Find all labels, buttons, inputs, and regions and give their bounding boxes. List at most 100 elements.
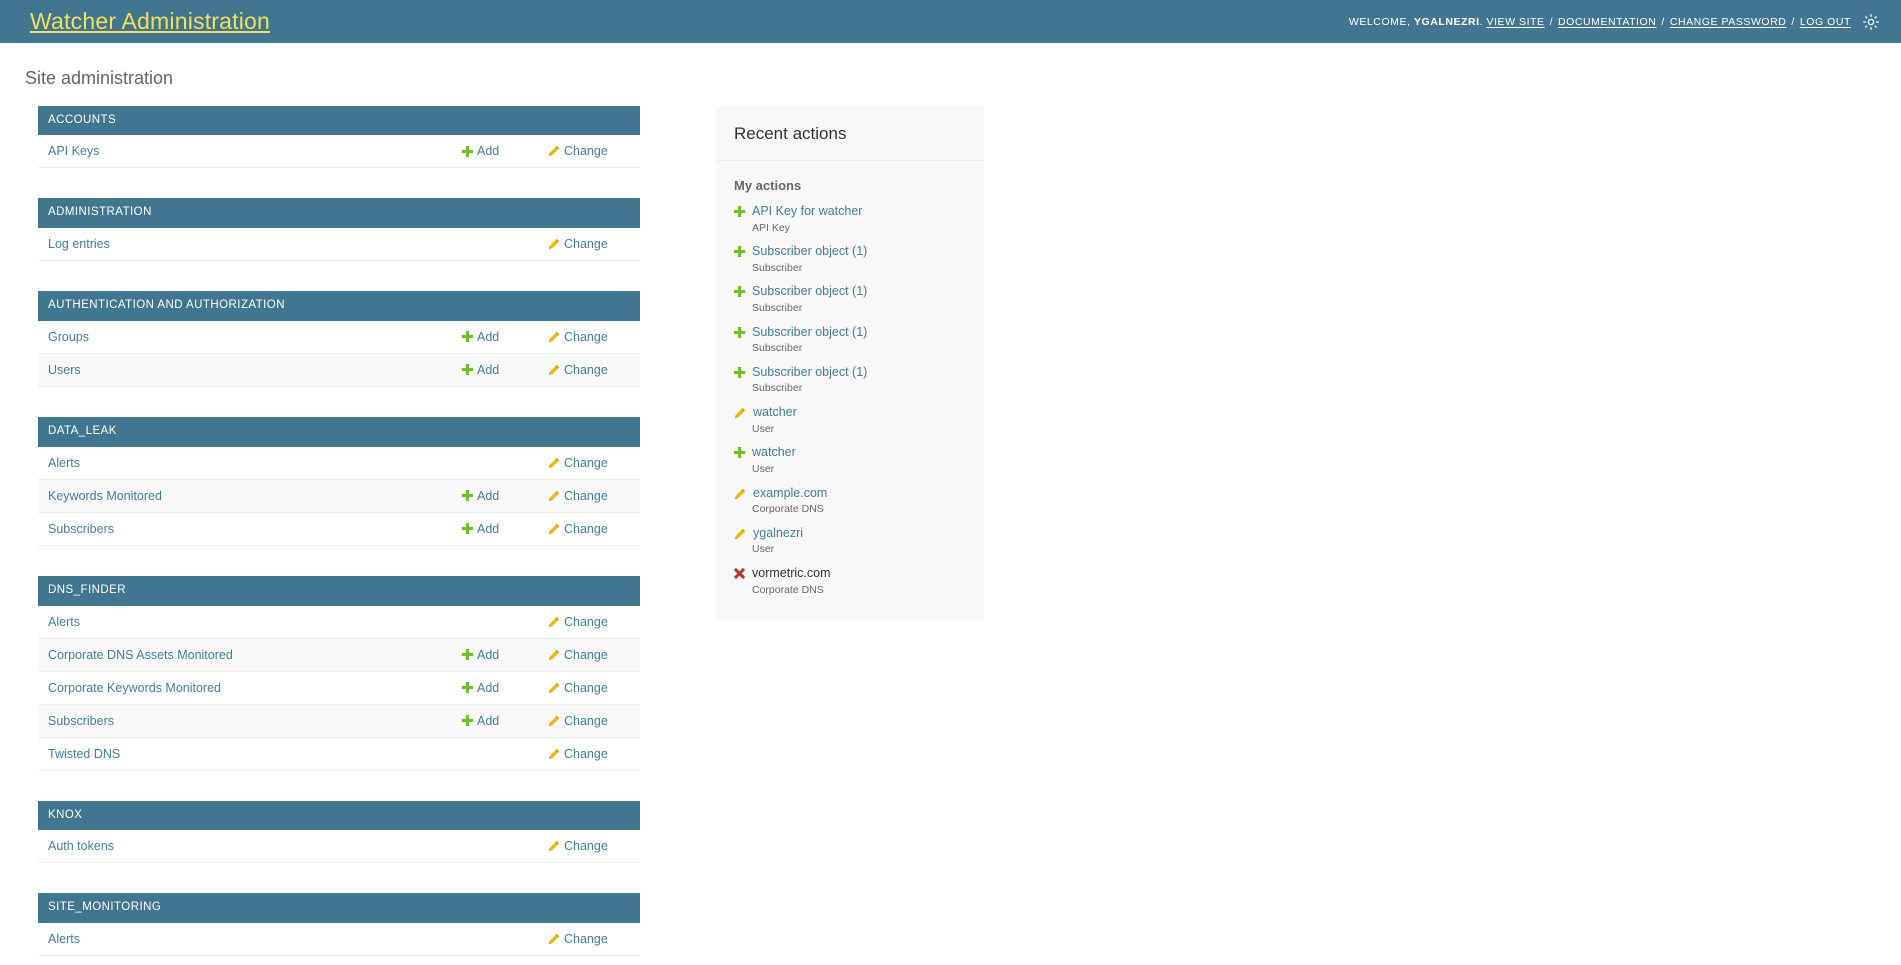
sun-icon[interactable] <box>1863 13 1879 30</box>
change-password-link[interactable]: CHANGE PASSWORD <box>1670 16 1787 28</box>
pencil-icon <box>548 840 560 852</box>
recent-action-label[interactable]: ygalnezri <box>753 526 803 542</box>
app-module-caption[interactable]: AUTHENTICATION AND AUTHORIZATION <box>38 291 640 321</box>
model-link[interactable]: Twisted DNS <box>48 747 120 761</box>
change-link[interactable]: Change <box>564 363 608 377</box>
model-link[interactable]: Log entries <box>48 237 110 251</box>
change-link[interactable]: Change <box>564 330 608 344</box>
recent-action-label[interactable]: watcher <box>753 405 797 421</box>
add-link-cell: Add <box>462 648 548 662</box>
documentation-link[interactable]: DOCUMENTATION <box>1558 16 1656 28</box>
recent-action-label[interactable]: Subscriber object (1) <box>752 365 867 381</box>
model-link[interactable]: Alerts <box>48 615 80 629</box>
change-link[interactable]: Change <box>564 489 608 503</box>
site-title-link[interactable]: Watcher Administration <box>30 8 270 34</box>
model-row: Users Add Change <box>38 353 640 387</box>
recent-action-label[interactable]: API Key for watcher <box>752 204 862 220</box>
app-module-caption[interactable]: ADMINISTRATION <box>38 198 640 229</box>
add-link[interactable]: Add <box>477 714 499 728</box>
recent-action-object-link[interactable]: Subscriber object <box>752 365 849 379</box>
plus-icon <box>734 447 745 459</box>
recent-action-label[interactable]: example.com <box>753 486 827 502</box>
change-link[interactable]: Change <box>564 747 608 761</box>
app-module-caption[interactable]: KNOX <box>38 800 640 831</box>
recent-action-object-link[interactable]: Subscriber object <box>752 325 849 339</box>
recent-action-model: Corporate DNS <box>752 583 824 596</box>
model-name-cell: Twisted DNS <box>48 747 462 761</box>
change-link[interactable]: Change <box>564 237 608 251</box>
recent-action-model: Subscriber <box>752 302 803 315</box>
change-link[interactable]: Change <box>564 522 608 536</box>
model-link[interactable]: Auth tokens <box>48 839 114 853</box>
model-link[interactable]: Users <box>48 363 81 377</box>
model-row: Alerts Change <box>38 446 640 480</box>
model-row: Corporate DNS Assets Monitored Add Change <box>38 638 640 672</box>
cross-icon <box>734 568 745 579</box>
add-link[interactable]: Add <box>477 330 499 344</box>
change-link[interactable]: Change <box>564 681 608 695</box>
recent-action-label[interactable]: Subscriber object (1) <box>752 284 867 300</box>
app-module-caption[interactable]: DATA_LEAK <box>38 416 640 447</box>
change-link[interactable]: Change <box>564 144 608 158</box>
app-module-caption[interactable]: ACCOUNTS <box>38 105 640 136</box>
add-link[interactable]: Add <box>477 144 499 158</box>
recent-action-object-link[interactable]: API Key for watcher <box>752 204 862 218</box>
recent-action-line: Subscriber object (1) <box>734 325 984 341</box>
add-link[interactable]: Add <box>477 648 499 662</box>
pencil-icon <box>548 715 560 727</box>
add-link-cell: Add <box>462 714 548 728</box>
change-link-cell: Change <box>548 932 640 946</box>
change-link[interactable]: Change <box>564 714 608 728</box>
change-link[interactable]: Change <box>564 839 608 853</box>
change-link[interactable]: Change <box>564 648 608 662</box>
recent-action-object-link[interactable]: Subscriber object <box>752 284 849 298</box>
model-link[interactable]: Subscribers <box>48 714 114 728</box>
recent-actions-module: Recent actions My actions API Key for wa… <box>716 106 984 602</box>
model-link[interactable]: Corporate DNS Assets Monitored <box>48 648 233 662</box>
pencil-icon <box>548 145 560 157</box>
view-site-link[interactable]: VIEW SITE <box>1487 16 1545 28</box>
recent-action-object-link[interactable]: watcher <box>753 405 797 419</box>
model-row: API Keys Add Change <box>38 135 640 169</box>
log-out-link[interactable]: LOG OUT <box>1800 16 1851 28</box>
recent-action-line: Subscriber object (1) <box>734 244 984 260</box>
add-link[interactable]: Add <box>477 363 499 377</box>
pencil-icon <box>548 331 560 343</box>
add-link-cell: Add <box>462 330 548 344</box>
model-link[interactable]: Subscribers <box>48 522 114 536</box>
model-link[interactable]: Keywords Monitored <box>48 489 162 503</box>
recent-action-line: vormetric.com <box>734 566 984 582</box>
model-link[interactable]: Alerts <box>48 456 80 470</box>
change-link[interactable]: Change <box>564 615 608 629</box>
model-row: Twisted DNS Change <box>38 737 640 771</box>
add-link[interactable]: Add <box>477 522 499 536</box>
recent-action-object-link[interactable]: example.com <box>753 486 827 500</box>
recent-action-label[interactable]: Subscriber object (1) <box>752 325 867 341</box>
plus-icon <box>734 286 745 298</box>
recent-action-object-link[interactable]: ygalnezri <box>753 526 803 540</box>
model-name-cell: Groups <box>48 330 462 344</box>
recent-action-item: Subscriber object (1) Subscriber <box>734 279 984 319</box>
recent-action-label[interactable]: watcher <box>752 445 796 461</box>
recent-action-label[interactable]: Subscriber object (1) <box>752 244 867 260</box>
app-module-caption[interactable]: DNS_FINDER <box>38 575 640 606</box>
model-link[interactable]: Alerts <box>48 932 80 946</box>
change-link-cell: Change <box>548 237 640 251</box>
model-link[interactable]: API Keys <box>48 144 99 158</box>
pencil-icon <box>548 933 560 945</box>
change-link-cell: Change <box>548 330 640 344</box>
add-link[interactable]: Add <box>477 681 499 695</box>
recent-action-object-link[interactable]: Subscriber object <box>752 244 849 258</box>
app-module: DNS_FINDER Alerts Change Corporate DNS Asse… <box>38 575 640 771</box>
add-link[interactable]: Add <box>477 489 499 503</box>
change-link[interactable]: Change <box>564 456 608 470</box>
recent-action-item: API Key for watcher API Key <box>734 199 984 239</box>
recent-action-object-id: (1) <box>848 324 868 339</box>
recent-action-object-link[interactable]: watcher <box>752 445 796 459</box>
change-link-cell: Change <box>548 522 640 536</box>
pencil-icon <box>734 407 746 419</box>
model-link[interactable]: Groups <box>48 330 89 344</box>
change-link[interactable]: Change <box>564 932 608 946</box>
model-link[interactable]: Corporate Keywords Monitored <box>48 681 221 695</box>
app-module-caption[interactable]: SITE_MONITORING <box>38 893 640 924</box>
